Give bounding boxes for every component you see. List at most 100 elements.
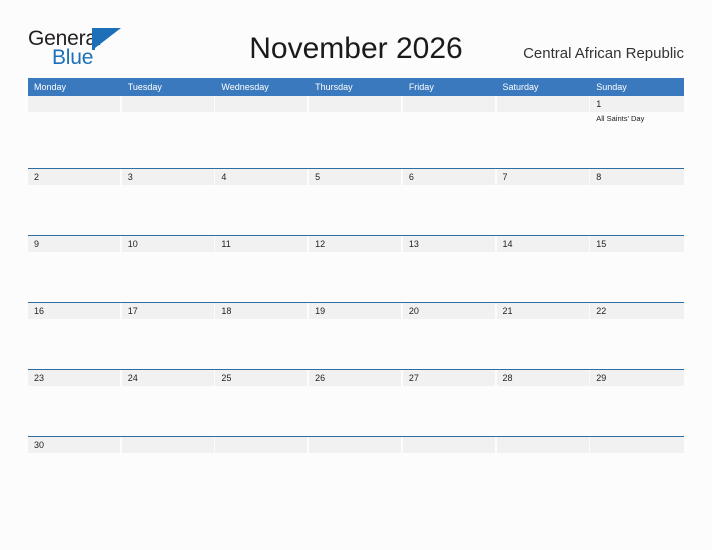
day-date-band [215,437,308,453]
day-number: 18 [221,306,232,316]
day-date-band [28,236,120,252]
day-date-band [590,96,684,112]
day-number: 11 [221,239,231,249]
day-number: 23 [34,373,45,383]
day-date-band [215,96,308,112]
day-date-band [590,169,684,185]
day-number: 2 [34,172,40,182]
calendar-day-cell[interactable]: 11 [215,236,309,302]
day-number: 15 [596,239,607,249]
holiday-label: All Saints' Day [596,114,645,123]
day-date-band [496,437,589,453]
weekday-header-tuesday: Tuesday [127,82,162,92]
day-number: 24 [127,373,138,383]
day-date-band [590,437,684,453]
calendar-day-cell[interactable]: 12 [309,236,403,302]
calendar-day-cell[interactable]: 22 [590,303,684,369]
calendar-day-cell[interactable]: 17 [121,303,216,369]
calendar-day-cell-empty [215,96,309,168]
calendar-day-strip: 30 [28,437,684,503]
day-date-band [402,96,495,112]
day-date-band [121,437,214,453]
day-date-band [309,96,402,112]
calendar-day-cell[interactable]: 8 [590,169,684,235]
calendar-day-cell[interactable]: 13 [402,236,497,302]
calendar-day-strip: 9 10 11 12 13 14 15 [28,236,684,302]
day-date-band [402,437,495,453]
day-number: 4 [221,172,227,182]
page-header: General Blue November 2026 Central Afric… [0,0,712,78]
day-date-band [496,169,589,185]
calendar-day-cell-empty [590,437,684,503]
calendar-day-cell[interactable]: 4 [215,169,309,235]
calendar-day-cell[interactable]: 18 [215,303,309,369]
day-number: 12 [315,239,326,249]
weekday-header-monday: Monday [34,82,67,92]
calendar-day-cell[interactable]: 20 [402,303,497,369]
day-number: 21 [502,306,513,316]
calendar-day-cell[interactable]: 5 [309,169,403,235]
day-date-band [309,437,402,453]
calendar-day-cell-empty [28,96,122,168]
day-number: 17 [127,306,138,316]
day-number: 10 [127,239,138,249]
day-number: 3 [127,172,133,182]
day-number: 26 [315,373,326,383]
calendar-week-row: 30 [28,436,684,503]
weekday-header-friday: Friday [408,82,434,92]
calendar-day-cell-empty [402,96,497,168]
day-number: 30 [34,440,45,450]
calendar-week-row: 9 10 11 12 13 14 15 [28,235,684,302]
day-number: 19 [315,306,326,316]
calendar-day-strip: 16 17 18 19 20 21 22 [28,303,684,369]
day-number: 5 [315,172,321,182]
calendar-day-strip: 1 All Saints' Day [28,96,684,168]
day-number: 9 [34,239,40,249]
calendar-day-cell[interactable]: 6 [402,169,497,235]
calendar-day-cell[interactable]: 7 [496,169,591,235]
day-date-band [121,96,214,112]
calendar-day-cell-empty [121,96,216,168]
calendar-day-cell[interactable]: 21 [496,303,591,369]
calendar-day-cell[interactable]: 1 All Saints' Day [590,96,684,168]
day-number: 29 [596,373,607,383]
calendar-grid: Monday Tuesday Wednesday Thursday Friday Satu… [28,78,684,503]
day-number: 25 [221,373,232,383]
calendar-day-cell[interactable]: 23 [28,370,122,436]
calendar-week-row: 23 24 25 26 27 28 29 [28,369,684,436]
day-number: 14 [502,239,513,249]
calendar-day-cell[interactable]: 15 [590,236,684,302]
calendar-week-row: 2 3 4 5 6 7 8 [28,168,684,235]
weekday-header-saturday: Saturday [502,82,539,92]
calendar-day-cell[interactable]: 3 [121,169,216,235]
day-number: 16 [34,306,45,316]
calendar-day-cell[interactable]: 29 [590,370,684,436]
calendar-day-cell[interactable]: 14 [496,236,591,302]
calendar-day-cell[interactable]: 9 [28,236,122,302]
day-date-band [402,169,495,185]
day-date-band [28,169,120,185]
calendar-day-cell-empty [309,437,403,503]
day-date-band [121,169,214,185]
calendar-day-cell[interactable]: 2 [28,169,122,235]
day-number: 7 [502,172,508,182]
day-date-band [28,96,120,112]
day-number: 27 [408,373,419,383]
calendar-weeks: 1 All Saints' Day 2 3 4 5 6 7 8 9 10 11 12 13 14 15 16 17… [28,96,684,503]
calendar-day-cell[interactable]: 16 [28,303,122,369]
weekday-header-thursday: Thursday [315,82,353,92]
calendar-day-cell-empty [309,96,403,168]
calendar-day-cell[interactable]: 19 [309,303,403,369]
day-number: 6 [408,172,414,182]
calendar-day-cell-empty [121,437,216,503]
calendar-day-cell[interactable]: 24 [121,370,216,436]
day-number: 13 [408,239,419,249]
day-number: 20 [408,306,419,316]
calendar-day-cell[interactable]: 30 [28,437,122,503]
calendar-day-cell[interactable]: 27 [402,370,497,436]
day-number: 8 [596,172,602,182]
calendar-day-cell[interactable]: 26 [309,370,403,436]
calendar-day-cell[interactable]: 10 [121,236,216,302]
calendar-day-cell[interactable]: 25 [215,370,309,436]
calendar-day-cell[interactable]: 28 [496,370,591,436]
